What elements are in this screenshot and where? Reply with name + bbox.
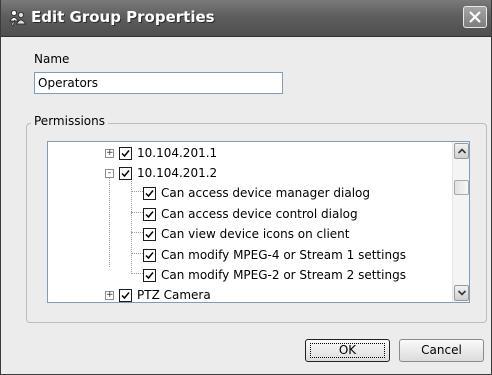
group-users-icon [9,9,27,27]
permission-label: Can modify MPEG-2 or Stream 2 settings [161,268,406,282]
close-icon [469,11,481,23]
tree-node-device-1[interactable]: + 10.104.201.1 [48,143,452,163]
checkmark-icon [145,231,154,239]
checkmark-icon [145,272,154,280]
chevron-up-icon [458,148,466,154]
permission-mpeg2[interactable]: Can modify MPEG-2 or Stream 2 settings [48,265,452,285]
scroll-down-button[interactable] [454,285,469,301]
permission-checkbox[interactable] [143,187,156,200]
device-1-checkbox[interactable] [119,147,132,160]
tree-node-label: 10.104.201.2 [137,166,218,180]
tree-rows: + 10.104.201.1 - 10.104.201.2 Can access… [48,142,452,302]
tree-node-device-2[interactable]: - 10.104.201.2 [48,163,452,183]
ok-button[interactable]: OK [305,339,390,362]
vertical-scrollbar[interactable] [452,142,469,302]
chevron-down-icon [458,290,466,296]
permission-checkbox[interactable] [143,228,156,241]
permission-device-manager[interactable]: Can access device manager dialog [48,183,452,203]
permission-label: Can access device control dialog [161,207,358,221]
permission-label: Can view device icons on client [161,227,350,241]
close-button[interactable] [463,6,487,28]
checkmark-icon [145,252,154,260]
cancel-button-label: Cancel [421,343,462,357]
edit-group-properties-dialog: Edit Group Properties Name Permissions + [0,0,492,375]
permissions-tree[interactable]: + 10.104.201.1 - 10.104.201.2 Can access… [47,141,470,303]
dialog-title: Edit Group Properties [31,8,215,26]
tree-node-label: PTZ Camera [137,288,211,302]
ptz-camera-checkbox[interactable] [119,289,132,302]
permission-label: Can modify MPEG-4 or Stream 1 settings [161,248,406,262]
checkmark-icon [145,211,154,219]
expand-icon[interactable]: + [105,149,114,158]
checkmark-icon [145,190,154,198]
scroll-up-button[interactable] [454,143,469,159]
permission-checkbox[interactable] [143,269,156,282]
focus-rect [310,343,385,358]
permission-mpeg4[interactable]: Can modify MPEG-4 or Stream 1 settings [48,245,452,265]
collapse-icon[interactable]: - [105,169,114,178]
checkmark-icon [121,292,130,300]
checkmark-icon [121,150,130,158]
expand-icon[interactable]: + [105,291,114,300]
tree-node-ptz-camera[interactable]: + PTZ Camera [48,285,452,302]
permission-checkbox[interactable] [143,208,156,221]
name-label: Name [34,52,70,66]
tree-node-label: 10.104.201.1 [137,146,218,160]
permissions-label: Permissions [31,114,108,128]
scroll-thumb[interactable] [454,180,469,195]
permission-checkbox[interactable] [143,249,156,262]
permission-device-control[interactable]: Can access device control dialog [48,204,452,224]
title-bar[interactable]: Edit Group Properties [1,0,491,37]
permission-label: Can access device manager dialog [161,186,370,200]
name-input[interactable] [34,72,283,94]
device-2-checkbox[interactable] [119,167,132,180]
cancel-button[interactable]: Cancel [399,339,484,362]
checkmark-icon [121,170,130,178]
permission-view-icons[interactable]: Can view device icons on client [48,224,452,244]
